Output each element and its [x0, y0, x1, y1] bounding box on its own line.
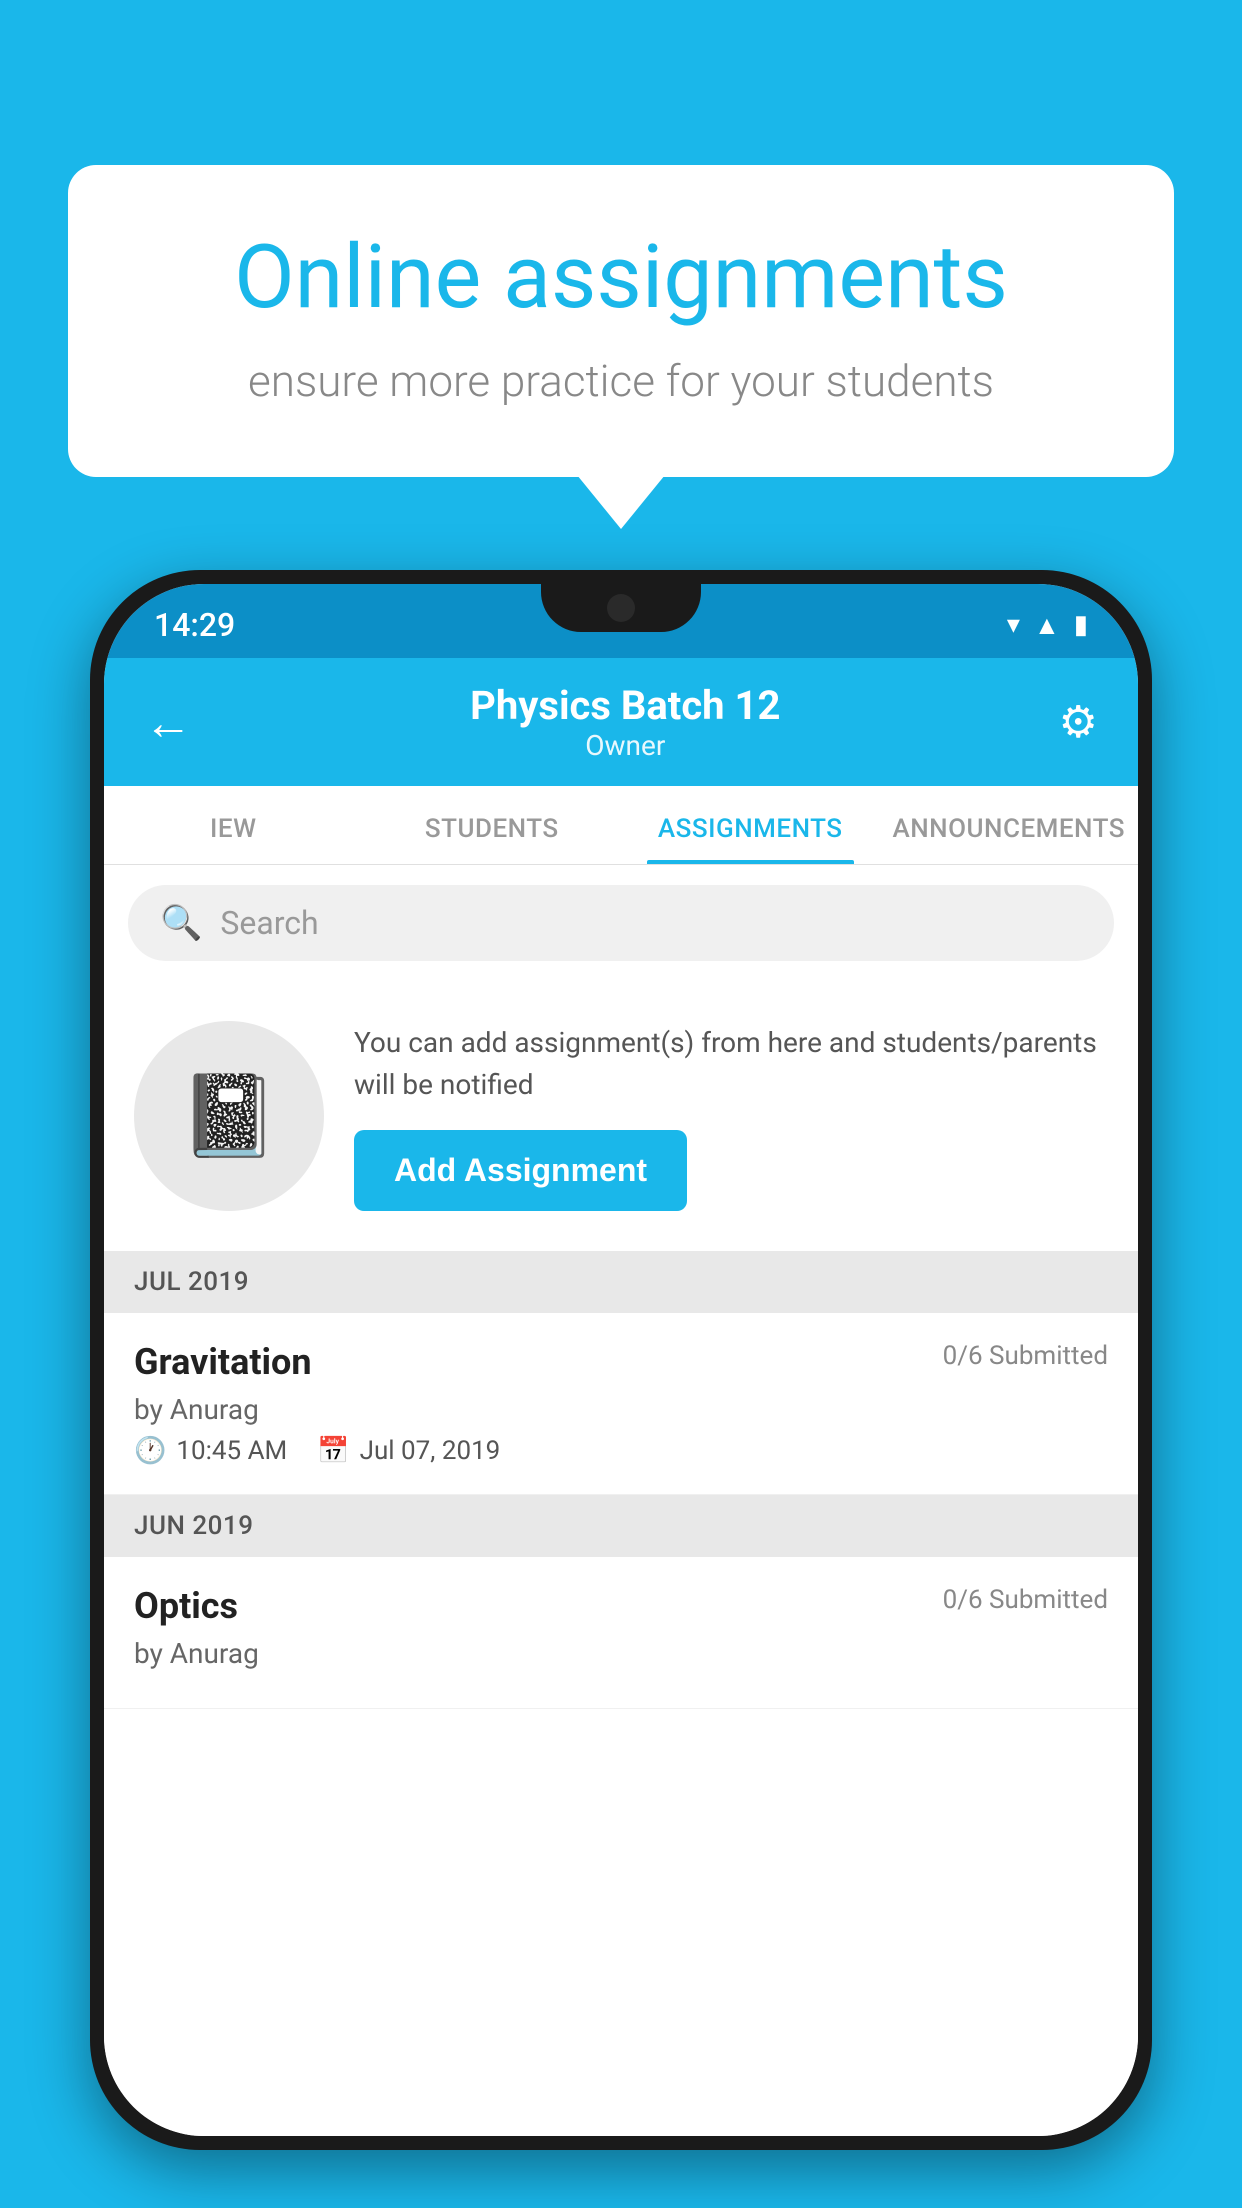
assignment-by: by Anurag [134, 1393, 1108, 1426]
phone-screen: 14:29 ▾ ▲ ▮ ← Physics Batch 12 Owner ⚙ [104, 584, 1138, 2136]
tabs-bar: IEW STUDENTS ASSIGNMENTS ANNOUNCEMENTS [104, 786, 1138, 865]
phone-container: 14:29 ▾ ▲ ▮ ← Physics Batch 12 Owner ⚙ [90, 570, 1152, 2208]
assignment-name-optics: Optics [134, 1585, 238, 1627]
add-assignment-button[interactable]: Add Assignment [354, 1130, 687, 1211]
assignment-meta: 🕐 10:45 AM 📅 Jul 07, 2019 [134, 1436, 1108, 1466]
settings-icon[interactable]: ⚙ [1059, 696, 1098, 748]
speech-bubble-container: Online assignments ensure more practice … [68, 165, 1174, 477]
wifi-icon: ▾ [1007, 610, 1020, 640]
status-time: 14:29 [154, 606, 235, 644]
tab-iew[interactable]: IEW [104, 786, 363, 864]
status-icons: ▾ ▲ ▮ [1007, 610, 1088, 641]
signal-icon: ▲ [1034, 610, 1060, 641]
section-header-jul-text: JUL 2019 [134, 1267, 249, 1297]
clock-icon: 🕐 [134, 1436, 166, 1466]
promo-description: You can add assignment(s) from here and … [354, 1022, 1108, 1106]
screen-content: 🔍 Search 📓 You can add assignment(s) fro… [104, 865, 1138, 2136]
search-container: 🔍 Search [104, 865, 1138, 981]
promo-icon-circle: 📓 [134, 1021, 324, 1211]
search-icon: 🔍 [160, 903, 202, 943]
notebook-icon: 📓 [179, 1069, 279, 1163]
section-header-jun-text: JUN 2019 [134, 1511, 253, 1541]
tab-students[interactable]: STUDENTS [363, 786, 622, 864]
section-header-jun: JUN 2019 [104, 1495, 1138, 1557]
promo-content: You can add assignment(s) from here and … [354, 1022, 1108, 1211]
battery-icon: ▮ [1074, 610, 1088, 640]
assignment-submitted: 0/6 Submitted [943, 1341, 1108, 1371]
section-header-jul: JUL 2019 [104, 1251, 1138, 1313]
back-button[interactable]: ← [144, 694, 192, 751]
header-subtitle: Owner [192, 729, 1059, 762]
speech-bubble-subtitle: ensure more practice for your students [148, 355, 1094, 407]
assignment-item-optics[interactable]: Optics 0/6 Submitted by Anurag [104, 1557, 1138, 1709]
calendar-icon: 📅 [317, 1436, 349, 1466]
tab-assignments[interactable]: ASSIGNMENTS [621, 786, 880, 864]
header-title-block: Physics Batch 12 Owner [192, 682, 1059, 762]
assignment-row-top: Gravitation 0/6 Submitted [134, 1341, 1108, 1383]
assignment-date: 📅 Jul 07, 2019 [317, 1436, 500, 1466]
phone-notch [541, 584, 701, 632]
speech-bubble: Online assignments ensure more practice … [68, 165, 1174, 477]
assignment-name: Gravitation [134, 1341, 312, 1383]
assignment-submitted-optics: 0/6 Submitted [943, 1585, 1108, 1615]
promo-section: 📓 You can add assignment(s) from here an… [104, 981, 1138, 1251]
assignment-by-optics: by Anurag [134, 1637, 1108, 1670]
phone-frame: 14:29 ▾ ▲ ▮ ← Physics Batch 12 Owner ⚙ [90, 570, 1152, 2150]
phone-camera [607, 594, 635, 622]
header-title: Physics Batch 12 [192, 682, 1059, 729]
search-bar[interactable]: 🔍 Search [128, 885, 1114, 961]
tab-announcements[interactable]: ANNOUNCEMENTS [880, 786, 1139, 864]
assignment-row-top-optics: Optics 0/6 Submitted [134, 1585, 1108, 1627]
assignment-item-gravitation[interactable]: Gravitation 0/6 Submitted by Anurag 🕐 10… [104, 1313, 1138, 1495]
speech-bubble-title: Online assignments [148, 225, 1094, 331]
search-placeholder: Search [220, 904, 318, 942]
assignment-time: 🕐 10:45 AM [134, 1436, 287, 1466]
app-header: ← Physics Batch 12 Owner ⚙ [104, 658, 1138, 786]
